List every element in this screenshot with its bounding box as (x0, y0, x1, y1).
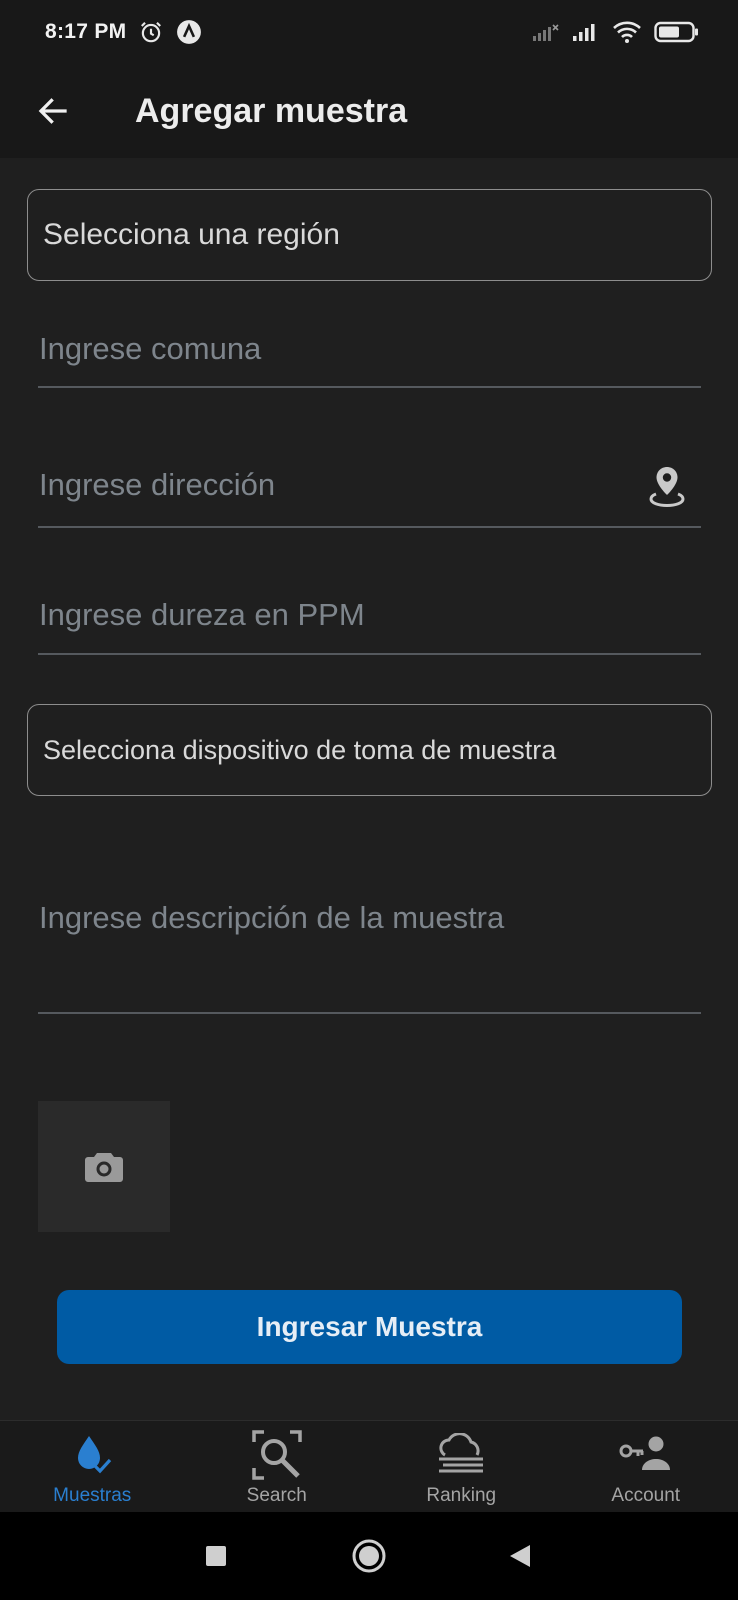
nav-item-search[interactable]: Search (185, 1421, 370, 1512)
add-photo-button[interactable] (38, 1101, 170, 1232)
dureza-placeholder: Ingrese dureza en PPM (39, 597, 365, 632)
nav-item-muestras[interactable]: Muestras (0, 1421, 185, 1512)
device-select[interactable]: Selecciona dispositivo de toma de muestr… (27, 704, 712, 796)
status-time: 8:17 PM (45, 20, 127, 43)
signal-none-icon (532, 21, 560, 43)
cloud-fog-icon (435, 1429, 487, 1481)
recents-square-icon[interactable] (194, 1534, 238, 1578)
comuna-placeholder: Ingrese comuna (39, 331, 262, 366)
nav-item-account[interactable]: Account (554, 1421, 738, 1512)
device-select-label: Selecciona dispositivo de toma de muestr… (43, 734, 557, 765)
nav-item-ranking[interactable]: Ranking (369, 1421, 554, 1512)
region-select-label: Selecciona una región (43, 218, 340, 251)
app-bar: Agregar muestra (0, 64, 738, 158)
descripcion-field[interactable]: Ingrese descripción de la muestra (38, 880, 701, 1014)
descripcion-placeholder: Ingrese descripción de la muestra (39, 900, 505, 935)
bottom-nav: Muestras Search Ranking Account (0, 1420, 738, 1512)
page-title: Agregar muestra (135, 91, 408, 130)
search-scan-icon (252, 1429, 302, 1481)
back-triangle-icon[interactable] (498, 1534, 542, 1578)
system-nav (0, 1512, 738, 1600)
nav-label-search: Search (246, 1485, 307, 1506)
back-button[interactable] (23, 81, 83, 141)
key-user-icon (618, 1429, 674, 1481)
home-circle-icon[interactable] (347, 1534, 391, 1578)
dureza-field[interactable]: Ingrese dureza en PPM (38, 585, 701, 655)
status-left: 8:17 PM (45, 19, 202, 45)
camera-icon (85, 1152, 123, 1182)
water-drop-check-icon (69, 1429, 115, 1481)
region-select[interactable]: Selecciona una región (27, 189, 712, 281)
nav-label-muestras: Muestras (53, 1485, 132, 1506)
screen: 8:17 PM Agregar muestra Selecciona una r… (0, 0, 738, 1600)
wifi-icon (612, 20, 642, 44)
app-notification-icon (176, 19, 202, 45)
submit-button[interactable]: Ingresar Muestra (57, 1290, 682, 1364)
direccion-placeholder: Ingrese dirección (39, 467, 276, 502)
battery-icon (654, 20, 700, 44)
status-bar: 8:17 PM (0, 0, 738, 64)
arrow-left-icon (38, 98, 67, 124)
signal-icon (572, 21, 600, 43)
location-pin-icon[interactable] (647, 464, 687, 508)
comuna-field[interactable]: Ingrese comuna (38, 318, 701, 388)
status-right (532, 20, 700, 44)
direccion-field[interactable]: Ingrese dirección (38, 452, 701, 528)
alarm-icon (138, 19, 164, 45)
nav-label-ranking: Ranking (426, 1485, 497, 1506)
nav-label-account: Account (611, 1485, 681, 1506)
